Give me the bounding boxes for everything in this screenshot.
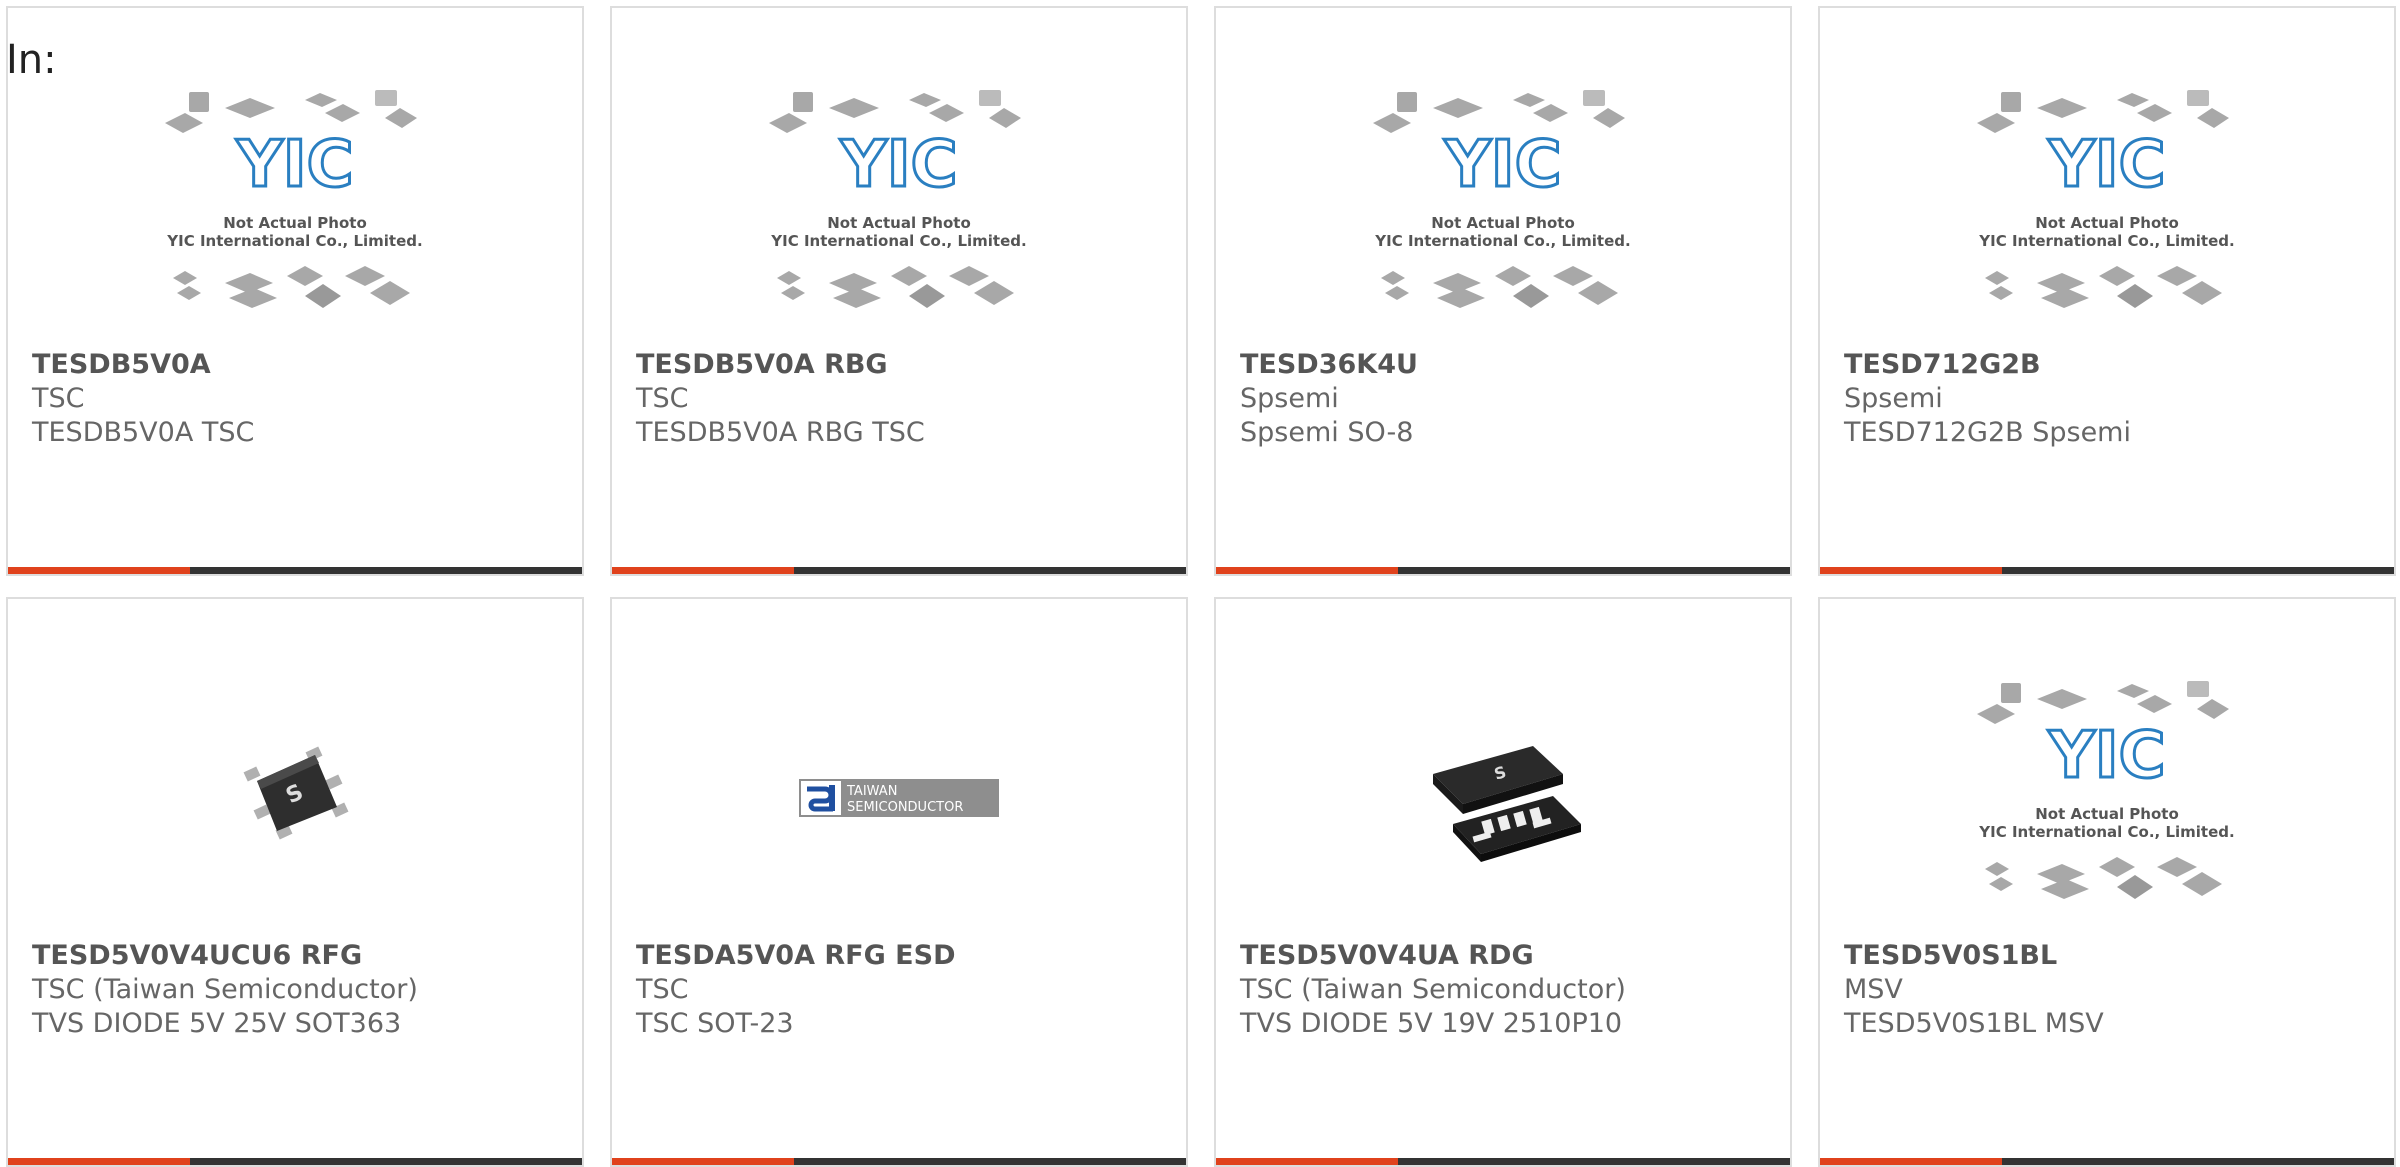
description: Spsemi SO-8 (1240, 417, 1414, 448)
manufacturer: TSC (636, 383, 689, 414)
svg-text:Not Actual Photo: Not Actual Photo (2035, 214, 2179, 232)
description: TVS DIODE 5V 25V SOT363 (32, 1008, 402, 1039)
card-accent-bar (1216, 1158, 1398, 1165)
card-bottom-bar (612, 1158, 1186, 1165)
not-actual-photo-image: YIC Not Actual Photo YIC International C… (1977, 90, 2235, 308)
manufacturer: TSC (32, 383, 85, 414)
product-image: S (1216, 649, 1790, 949)
description: TESD712G2B Spsemi (1844, 417, 2131, 448)
product-image: S (8, 649, 582, 949)
card-bottom-bar (612, 567, 1186, 574)
description: TESD5V0S1BL MSV (1844, 1008, 2104, 1039)
card-bottom-bar (1820, 1158, 2394, 1165)
card-accent-bar (1820, 567, 2002, 574)
sot363-chip-image: S (243, 746, 349, 840)
search-scope-label: In: (6, 37, 57, 83)
product-image: TAIWAN SEMICONDUCTOR (612, 649, 1186, 949)
part-number[interactable]: TESDB5V0A RBG (636, 348, 1176, 382)
part-number[interactable]: TESD5V0S1BL (1844, 939, 2384, 973)
svg-text:Not Actual Photo: Not Actual Photo (827, 214, 971, 232)
product-image-placeholder: YIC Not Actual Photo YIC International C… (1820, 58, 2394, 358)
product-card[interactable]: YIC Not Actual Photo YIC International C… (610, 6, 1188, 576)
manufacturer: TSC (Taiwan Semiconductor) (1240, 974, 1626, 1005)
product-card[interactable]: YIC Not Actual Photo YIC International C… (1818, 6, 2396, 576)
manufacturer: TSC (636, 974, 689, 1005)
part-number[interactable]: TESDA5V0A RFG ESD (636, 939, 1176, 973)
yic-logo: YIC (839, 128, 957, 202)
description: TVS DIODE 5V 19V 2510P10 (1240, 1008, 1623, 1039)
product-image-placeholder: YIC Not Actual Photo YIC International C… (8, 58, 582, 358)
card-bottom-bar (1216, 1158, 1790, 1165)
manufacturer: Spsemi (1240, 383, 1339, 414)
product-image-placeholder: YIC Not Actual Photo YIC International C… (1820, 649, 2394, 949)
svg-text:SEMICONDUCTOR: SEMICONDUCTOR (847, 800, 963, 815)
product-card[interactable]: S TESD5V0V4UCU6 RFG TSC (Taiwan Semicond… (6, 597, 584, 1167)
card-accent-bar (612, 1158, 794, 1165)
card-accent-bar (612, 567, 794, 574)
svg-text:TAIWAN: TAIWAN (846, 784, 897, 799)
description: TSC SOT-23 (636, 1008, 794, 1039)
card-accent-bar (8, 567, 190, 574)
card-bottom-bar (8, 567, 582, 574)
yic-logo: YIC (2047, 128, 2165, 202)
product-image-placeholder: YIC Not Actual Photo YIC International C… (612, 58, 1186, 358)
product-image-placeholder: YIC Not Actual Photo YIC International C… (1216, 58, 1790, 358)
not-actual-photo-image: YIC Not Actual Photo YIC International C… (1373, 90, 1631, 308)
not-actual-photo-image: YIC Not Actual Photo YIC International C… (769, 90, 1027, 308)
part-number[interactable]: TESD5V0V4UCU6 RFG (32, 939, 572, 973)
part-number[interactable]: TESD5V0V4UA RDG (1240, 939, 1780, 973)
yic-logo: YIC (2047, 719, 2165, 793)
svg-text:YIC International Co., Limited: YIC International Co., Limited. (1374, 232, 1630, 250)
card-bottom-bar (1820, 567, 2394, 574)
not-actual-photo-image: YIC Not Actual Photo YIC International C… (165, 90, 423, 308)
description: TESDB5V0A TSC (32, 417, 255, 448)
part-number[interactable]: TESD36K4U (1240, 348, 1780, 382)
svg-text:YIC International Co., Limited: YIC International Co., Limited. (1978, 232, 2234, 250)
part-number[interactable]: TESDB5V0A (32, 348, 572, 382)
svg-text:YIC International Co., Limited: YIC International Co., Limited. (1978, 823, 2234, 841)
product-card[interactable]: YIC Not Actual Photo YIC International C… (1818, 597, 2396, 1167)
svg-text:Not Actual Photo: Not Actual Photo (223, 214, 367, 232)
description: TESDB5V0A RBG TSC (636, 417, 925, 448)
part-number[interactable]: TESD712G2B (1844, 348, 2384, 382)
svg-text:YIC International Co., Limited: YIC International Co., Limited. (770, 232, 1026, 250)
manufacturer: MSV (1844, 974, 1903, 1005)
card-bottom-bar (8, 1158, 582, 1165)
product-card[interactable]: S TESD5V0V4UA RDG TSC (Taiwan Semiconduc… (1214, 597, 1792, 1167)
product-card[interactable]: TAIWAN SEMICONDUCTOR TESDA5V0A RFG ESD T… (610, 597, 1188, 1167)
yic-logo: YIC (1443, 128, 1561, 202)
manufacturer: TSC (Taiwan Semiconductor) (32, 974, 418, 1005)
card-bottom-bar (1216, 567, 1790, 574)
svg-text:YIC International Co., Limited: YIC International Co., Limited. (166, 232, 422, 250)
card-accent-bar (8, 1158, 190, 1165)
card-accent-bar (1216, 567, 1398, 574)
tsc-logo-image: TAIWAN SEMICONDUCTOR (799, 779, 999, 817)
not-actual-photo-image: YIC Not Actual Photo YIC International C… (1977, 681, 2235, 899)
manufacturer: Spsemi (1844, 383, 1943, 414)
svg-text:Not Actual Photo: Not Actual Photo (2035, 805, 2179, 823)
product-card[interactable]: YIC Not Actual Photo YIC International C… (6, 6, 584, 576)
yic-logo: YIC (235, 128, 353, 202)
card-accent-bar (1820, 1158, 2002, 1165)
product-card[interactable]: YIC Not Actual Photo YIC International C… (1214, 6, 1792, 576)
svg-text:Not Actual Photo: Not Actual Photo (1431, 214, 1575, 232)
dfn-chip-image: S (1433, 746, 1581, 862)
product-grid: YIC Not Actual Photo YIC International C… (0, 0, 2400, 1167)
